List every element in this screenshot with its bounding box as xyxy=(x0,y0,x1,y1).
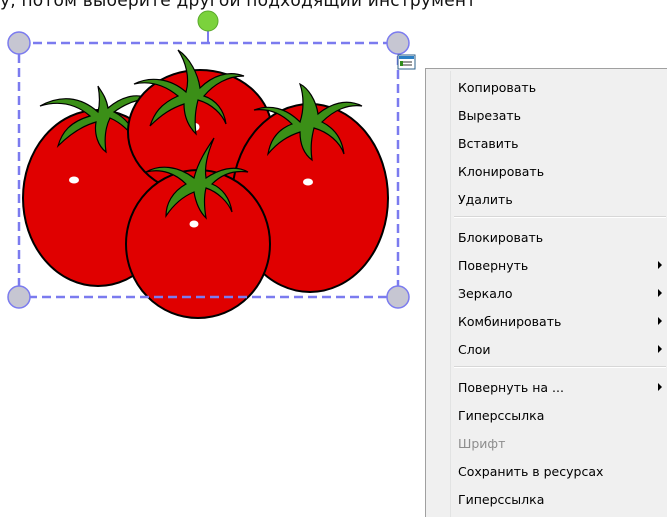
tomatoes-image-object[interactable] xyxy=(0,0,430,340)
menu-item-label: Удалить xyxy=(458,191,513,207)
menu-item[interactable]: Гиперссылка xyxy=(454,403,666,427)
menu-item-label: Клонировать xyxy=(458,163,545,179)
submenu-arrow-icon xyxy=(658,383,662,391)
submenu-arrow-icon xyxy=(658,345,662,353)
menu-item[interactable]: Сохранить в ресурсах xyxy=(454,459,666,483)
menu-item: Шрифт xyxy=(454,431,666,455)
menu-item-label: Сохранить в ресурсах xyxy=(458,463,604,479)
menu-icon-gutter xyxy=(428,71,451,517)
menu-item[interactable]: Повернуть xyxy=(454,253,666,277)
menu-item[interactable]: Вставить xyxy=(454,131,666,155)
resize-handle-top-left[interactable] xyxy=(7,31,31,55)
menu-item[interactable]: Блокировать xyxy=(454,225,666,249)
menu-item-label: Вставить xyxy=(458,135,519,151)
resize-handle-top-right[interactable] xyxy=(386,31,410,55)
menu-item[interactable]: Копировать xyxy=(454,75,666,99)
menu-item-label: Вырезать xyxy=(458,107,522,123)
menu-item[interactable]: Вырезать xyxy=(454,103,666,127)
menu-item-label: Зеркало xyxy=(458,285,513,301)
resize-handle-bottom-right[interactable] xyxy=(386,285,410,309)
menu-item-label: Повернуть xyxy=(458,257,529,273)
menu-item[interactable]: Комбинировать xyxy=(454,309,666,333)
menu-item-label: Гиперссылка xyxy=(458,407,545,423)
menu-item[interactable]: Повернуть на ... xyxy=(454,375,666,399)
menu-item-label: Гиперссылка xyxy=(458,491,545,507)
context-menu: Копировать Вырезать Вставить Клонировать Уда… xyxy=(425,68,667,517)
object-menu-icon[interactable] xyxy=(397,54,416,70)
menu-item-label: Повернуть на ... xyxy=(458,379,564,395)
submenu-arrow-icon xyxy=(658,289,662,297)
menu-separator xyxy=(454,216,666,218)
menu-item[interactable]: Удалить xyxy=(454,187,666,211)
menu-item-label: Блокировать xyxy=(458,229,544,245)
menu-item-label: Комбинировать xyxy=(458,313,562,329)
menu-item-label: Шрифт xyxy=(458,435,506,451)
menu-item[interactable]: Гиперссылка xyxy=(454,487,666,511)
menu-item-label: Слои xyxy=(458,341,491,357)
menu-item[interactable]: Слои xyxy=(454,337,666,361)
resize-handle-bottom-left[interactable] xyxy=(7,285,31,309)
menu-separator xyxy=(454,366,666,368)
menu-item[interactable]: Клонировать xyxy=(454,159,666,183)
menu-item[interactable]: Зеркало xyxy=(454,281,666,305)
submenu-arrow-icon xyxy=(658,261,662,269)
submenu-arrow-icon xyxy=(658,317,662,325)
menu-item-label: Копировать xyxy=(458,79,537,95)
rotate-handle[interactable] xyxy=(197,10,219,32)
